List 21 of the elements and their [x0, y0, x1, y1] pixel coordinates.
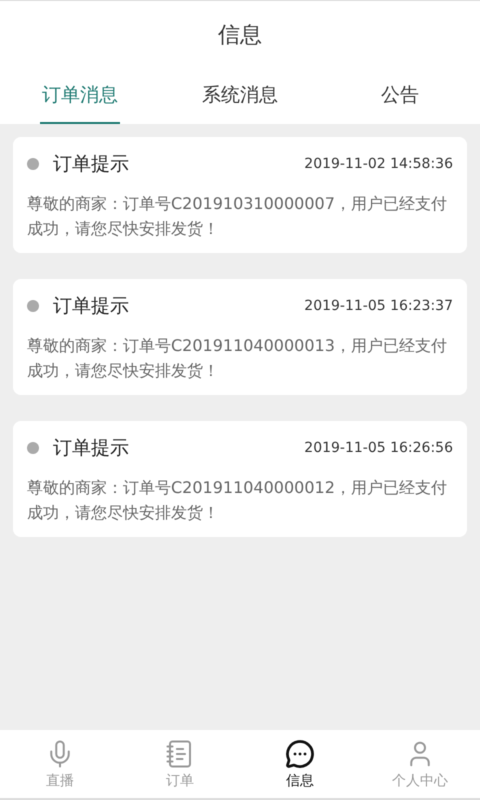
dot-icon	[27, 442, 39, 454]
message-time: 2019-11-05 16:23:37	[304, 298, 453, 314]
message-title: 订单提示	[53, 152, 130, 177]
message-card[interactable]: 订单提示 2019-11-05 16:26:56 尊敬的商家：订单号C201911040000012，用户已经支付成功，请您尽快安排发货！	[13, 421, 467, 537]
dot-icon	[27, 300, 39, 312]
message-title: 订单提示	[53, 294, 130, 319]
tab[interactable]: 系统消息	[160, 68, 320, 124]
message-time: 2019-11-05 16:26:56	[304, 440, 453, 456]
message-card[interactable]: 订单提示 2019-11-05 16:23:37 尊敬的商家：订单号C201911040000013，用户已经支付成功，请您尽快安排发货！	[13, 279, 467, 395]
chat-icon	[285, 738, 315, 768]
tab[interactable]: 订单消息	[0, 68, 160, 124]
message-card[interactable]: 订单提示 2019-11-02 14:58:36 尊敬的商家：订单号C201910310000007，用户已经支付成功，请您尽快安排发货！	[13, 137, 467, 253]
page-title: 信息	[217, 22, 263, 50]
message-text: 尊敬的商家：订单号C201911040000012，用户已经支付成功，请您尽快安排发货！	[27, 477, 448, 524]
message-title: 订单提示	[53, 436, 130, 461]
message-text: 尊敬的商家：订单号C201911040000013，用户已经支付成功，请您尽快安排发货！	[27, 335, 448, 382]
message-text: 尊敬的商家：订单号C201910310000007，用户已经支付成功，请您尽快安排发货！	[27, 193, 448, 240]
dot-icon	[27, 158, 39, 170]
message-time: 2019-11-02 14:58:36	[304, 156, 453, 172]
nav-item[interactable]: 信息	[240, 730, 360, 798]
tab[interactable]: 公告	[320, 68, 480, 124]
